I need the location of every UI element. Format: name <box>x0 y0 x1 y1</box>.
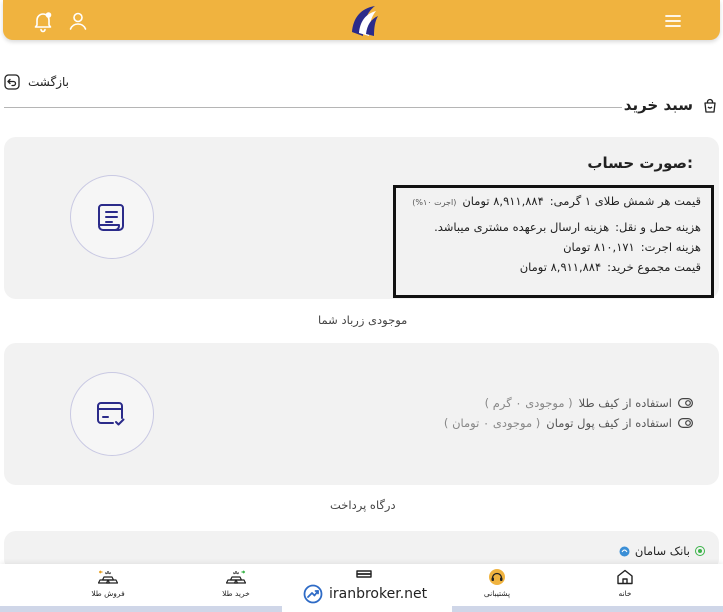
title-divider <box>4 107 622 108</box>
bank-logo-icon <box>619 546 630 556</box>
invoice-card: صورت حساب: قیمت هر شمش طلای ۱ گرمی: ۸,۹۱… <box>4 137 719 299</box>
wage-row: هزینه اجرت: ۸۱۰,۱۷۱ تومان <box>404 240 701 254</box>
invoice-details-box: قیمت هر شمش طلای ۱ گرمی: ۸,۹۱۱,۸۸۴ تومان… <box>393 185 714 298</box>
use-gold-wallet-option[interactable]: استفاده از کیف طلا ( موجودی ۰ گرم ) <box>485 396 693 410</box>
unit-price-label: قیمت هر شمش طلای ۱ گرمی: <box>549 194 701 208</box>
nav-buy-gold-label: خرید طلا <box>222 589 250 598</box>
total-label: قیمت مجموع خرید: <box>607 260 701 274</box>
wallet-icon-circle <box>70 372 154 456</box>
wallet-card: استفاده از کیف طلا ( موجودی ۰ گرم ) استف… <box>4 343 719 485</box>
bottom-strip-left <box>0 606 282 612</box>
home-icon <box>617 569 633 585</box>
invoice-icon-circle <box>70 175 154 259</box>
gold-wallet-balance: ( موجودی ۰ گرم ) <box>484 396 573 410</box>
unit-price-value: ۸,۹۱۱,۸۸۴ تومان <box>462 194 544 208</box>
nav-support[interactable]: پشتیبانی <box>462 568 532 598</box>
watermark: iranbroker.net <box>303 584 427 604</box>
receipt-icon <box>98 204 124 231</box>
back-icon <box>4 74 20 90</box>
wage-value: ۸۱۰,۱۷۱ تومان <box>563 240 635 254</box>
nav-sell-gold[interactable]: فروش طلا <box>73 568 143 598</box>
total-row: قیمت مجموع خرید: ۸,۹۱۱,۸۸۴ تومان <box>404 260 701 274</box>
top-header <box>3 0 720 40</box>
cart-bag-icon <box>702 98 718 114</box>
user-icon[interactable] <box>66 9 90 33</box>
toggle-icon[interactable] <box>678 398 693 408</box>
nav-sell-gold-label: فروش طلا <box>91 589 125 598</box>
support-icon <box>489 569 505 585</box>
logo[interactable] <box>345 2 383 38</box>
shipping-row: هزینه حمل و نقل: هزینه ارسال برعهده مشتر… <box>404 220 701 234</box>
toman-wallet-label: استفاده از کیف پول تومان <box>546 416 672 430</box>
total-value: ۸,۹۱۱,۸۸۴ تومان <box>519 260 602 274</box>
gold-wallet-label: استفاده از کیف طلا <box>578 396 672 410</box>
wage-label: هزینه اجرت: <box>640 240 701 254</box>
gold-bars-buy-icon <box>226 570 246 584</box>
shipping-label: هزینه حمل و نقل: <box>615 220 701 234</box>
radio-selected-icon[interactable] <box>695 546 705 556</box>
back-label: بازگشت <box>28 75 69 89</box>
invoice-title: صورت حساب: <box>587 154 693 172</box>
wallet-section-label: موجودی زرباد شما <box>318 313 408 327</box>
gold-bars-sell-icon <box>98 570 118 584</box>
bank-name: بانک سامان <box>634 544 690 558</box>
back-button[interactable]: بازگشت <box>4 72 69 92</box>
nav-support-label: پشتیبانی <box>483 589 511 598</box>
nav-home[interactable]: خانه <box>590 568 660 598</box>
card-check-icon <box>97 402 125 426</box>
gateway-section-label: درگاه پرداخت <box>330 498 396 512</box>
wage-note: (اجرت ۱۰%) <box>412 198 457 207</box>
bell-icon[interactable] <box>31 9 55 33</box>
bank-option[interactable]: بانک سامان <box>619 544 705 558</box>
trend-logo-icon <box>303 584 323 604</box>
page-title: سبد خرید <box>623 96 693 114</box>
nav-buy-gold[interactable]: خرید طلا <box>201 568 271 598</box>
toggle-icon[interactable] <box>678 418 693 428</box>
watermark-text: iranbroker.net <box>329 586 428 602</box>
unit-price-row: قیمت هر شمش طلای ۱ گرمی: ۸,۹۱۱,۸۸۴ تومان… <box>404 194 701 208</box>
use-toman-wallet-option[interactable]: استفاده از کیف پول تومان ( موجودی ۰ توما… <box>444 416 693 430</box>
shipping-value: هزینه ارسال برعهده مشتری میباشد. <box>434 220 610 234</box>
nav-home-label: خانه <box>618 589 632 598</box>
menu-icon[interactable] <box>661 9 685 33</box>
toman-wallet-balance: ( موجودی ۰ تومان ) <box>443 416 541 430</box>
bottom-strip-right <box>452 606 723 612</box>
